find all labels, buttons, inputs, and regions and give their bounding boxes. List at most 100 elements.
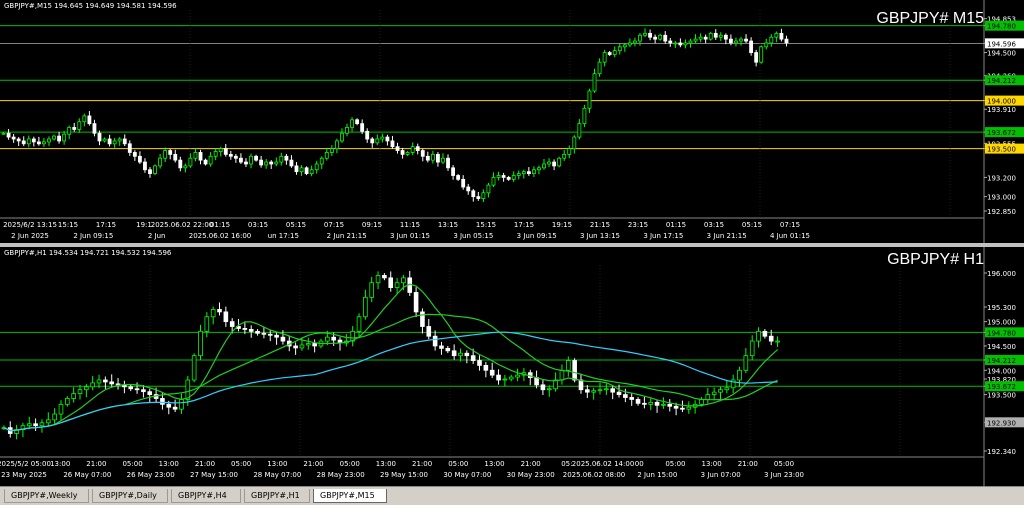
bear-candle xyxy=(147,391,153,395)
bear-candle xyxy=(36,141,41,145)
bull-candle xyxy=(559,369,565,381)
bull-candle xyxy=(683,42,688,46)
time-label: 21:00 xyxy=(303,460,323,468)
bear-candle xyxy=(127,143,132,153)
chart-window-h1[interactable]: 196.000 195.300 195.000 194.780 194.500 194.2… xyxy=(0,247,1024,486)
bull-candle xyxy=(502,378,508,381)
time-label: 2025/6/2 13:15 xyxy=(3,221,57,229)
bull-candle xyxy=(441,157,445,163)
time-label: 05: xyxy=(561,460,572,468)
bear-candle xyxy=(483,365,489,371)
price-label: 194.780 xyxy=(987,23,1016,31)
bull-candle xyxy=(191,355,197,381)
price-label: 192.340 xyxy=(987,448,1016,456)
bear-candle xyxy=(16,138,21,142)
bull-candle xyxy=(582,107,587,125)
chart-header-m15: GBPJPY#,M15 194.645 194.649 194.581 194.… xyxy=(4,2,177,10)
time-label: 3 Jun 05:15 xyxy=(453,232,493,240)
bull-candle xyxy=(52,413,57,421)
price-label: 193.672 xyxy=(987,383,1016,391)
price-label: 193.500 xyxy=(987,392,1016,400)
bear-candle xyxy=(203,159,208,165)
bull-candle xyxy=(375,138,380,144)
bear-candle xyxy=(607,52,612,55)
bull-candle xyxy=(562,153,567,159)
bear-candle xyxy=(703,36,708,40)
bull-candle xyxy=(334,140,339,150)
bear-candle xyxy=(629,397,635,400)
bull-candle xyxy=(633,40,637,44)
bull-candle xyxy=(769,36,774,44)
bear-candle xyxy=(160,398,165,405)
bull-candle xyxy=(274,161,279,165)
bull-candle xyxy=(410,146,415,153)
tab-daily[interactable]: GBPJPY#,Daily xyxy=(92,489,168,503)
price-label: 194.212 xyxy=(987,77,1016,85)
bull-candle xyxy=(565,360,571,371)
time-label: 23 May 2025 xyxy=(1,471,47,479)
time-label: 26 May 07:00 xyxy=(63,471,111,479)
bull-candle xyxy=(724,387,730,391)
bear-candle xyxy=(134,388,140,391)
bull-candle xyxy=(208,155,213,165)
bull-candle xyxy=(309,169,314,174)
time-label: 3 Jun 17:15 xyxy=(643,232,683,240)
bull-candle xyxy=(617,46,622,52)
bear-candle xyxy=(616,391,622,395)
bull-candle xyxy=(58,403,64,415)
bear-candle xyxy=(610,388,615,393)
bear-candle xyxy=(143,161,147,171)
price-label: 193.200 xyxy=(987,174,1016,182)
bull-candle xyxy=(350,119,354,128)
price-chart-h1[interactable]: 196.000 195.300 195.000 194.780 194.500 194.2… xyxy=(0,247,1024,486)
time-label: 05:00 xyxy=(340,460,360,468)
price-label: 193.672 xyxy=(987,129,1016,137)
bull-candle xyxy=(77,389,83,395)
bear-candle xyxy=(654,401,660,406)
bear-candle xyxy=(239,157,243,163)
tab-h4[interactable]: GBPJPY#,H4 xyxy=(171,489,241,503)
bull-candle xyxy=(764,42,769,48)
bear-candle xyxy=(370,138,375,144)
tab-m15[interactable]: GBPJPY#,M15 xyxy=(313,489,387,503)
bull-candle xyxy=(65,398,70,405)
tab-weekly[interactable]: GBPJPY#,Weekly xyxy=(4,489,89,503)
bear-candle xyxy=(526,171,531,174)
bear-candle xyxy=(420,150,425,157)
bull-candle xyxy=(673,42,678,45)
bull-candle xyxy=(394,282,400,288)
price-chart-m15[interactable]: 194.853194.780194.596194.500194.260194.2… xyxy=(0,0,1024,243)
price-label: 196.000 xyxy=(987,270,1016,278)
bull-candle xyxy=(45,419,51,424)
chart-window-m15[interactable]: 194.853194.780194.596194.500194.260194.2… xyxy=(0,0,1024,243)
bear-candle xyxy=(476,196,481,199)
bear-candle xyxy=(451,167,455,176)
time-label: 2 Jun 2025 xyxy=(11,232,49,240)
bear-candle xyxy=(269,161,274,165)
bull-candle xyxy=(496,175,501,178)
time-label: 3 Jun 07:00 xyxy=(701,471,741,479)
bull-candle xyxy=(96,379,102,384)
bear-candle xyxy=(11,136,16,140)
bear-candle xyxy=(426,326,432,337)
bull-candle xyxy=(179,399,184,410)
bear-candle xyxy=(477,360,482,366)
time-label: 21:00 xyxy=(195,460,215,468)
bear-candle xyxy=(248,329,254,332)
price-label: 192.850 xyxy=(987,208,1016,216)
bear-candle xyxy=(259,159,264,166)
bull-candle xyxy=(699,399,704,405)
bull-candle xyxy=(314,163,319,171)
bear-candle xyxy=(464,352,470,357)
time-label: 2025.06.02 22:00 xyxy=(151,221,213,229)
bear-candle xyxy=(148,169,152,174)
bull-candle xyxy=(458,352,463,357)
bear-candle xyxy=(415,146,420,151)
bull-candle xyxy=(491,177,496,186)
bear-candle xyxy=(228,153,233,157)
bear-candle xyxy=(168,150,173,155)
bear-candle xyxy=(261,332,267,335)
bear-candle xyxy=(680,407,685,410)
bear-candle xyxy=(365,130,370,140)
tab-h1[interactable]: GBPJPY#,H1 xyxy=(244,489,310,503)
